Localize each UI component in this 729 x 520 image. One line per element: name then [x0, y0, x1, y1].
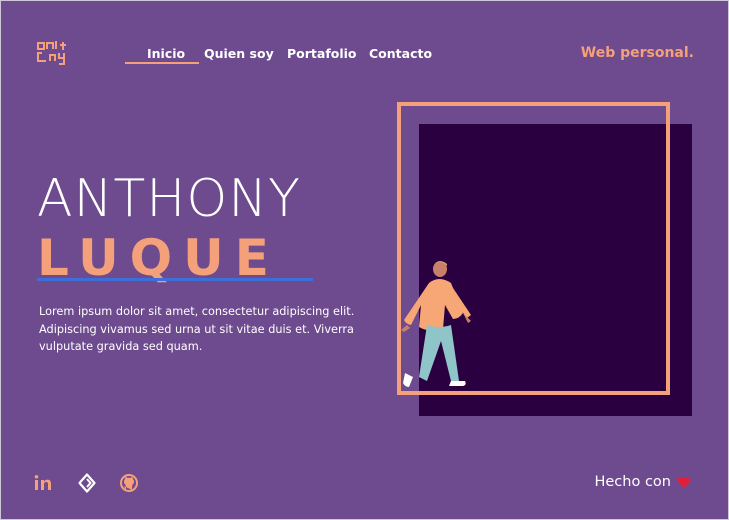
nav-item-portafolio[interactable]: Portafolio: [287, 46, 357, 61]
linkedin-icon[interactable]: [33, 473, 53, 493]
heart-icon: [677, 476, 691, 488]
codepen-icon[interactable]: [77, 473, 97, 493]
nav-item-quien-soy[interactable]: Quien soy: [204, 46, 274, 61]
nav-item-contacto[interactable]: Contacto: [369, 46, 432, 61]
brand-tagline: Web personal.: [580, 45, 694, 61]
name-underline: [37, 278, 313, 281]
main-nav: Inicio Quien soy Portafolio Contacto Web…: [1, 1, 729, 91]
hero-description: Lorem ipsum dolor sit amet, consectetur …: [39, 305, 355, 353]
active-nav-indicator: [125, 62, 199, 64]
nav-item-inicio[interactable]: Inicio: [147, 46, 185, 61]
hero-first-name: ANTHONY: [37, 169, 301, 229]
made-with-text: Hecho con: [594, 474, 671, 490]
page: Inicio Quien soy Portafolio Contacto Web…: [0, 0, 729, 520]
github-icon[interactable]: [119, 473, 139, 493]
walking-person-illustration: [401, 261, 471, 387]
